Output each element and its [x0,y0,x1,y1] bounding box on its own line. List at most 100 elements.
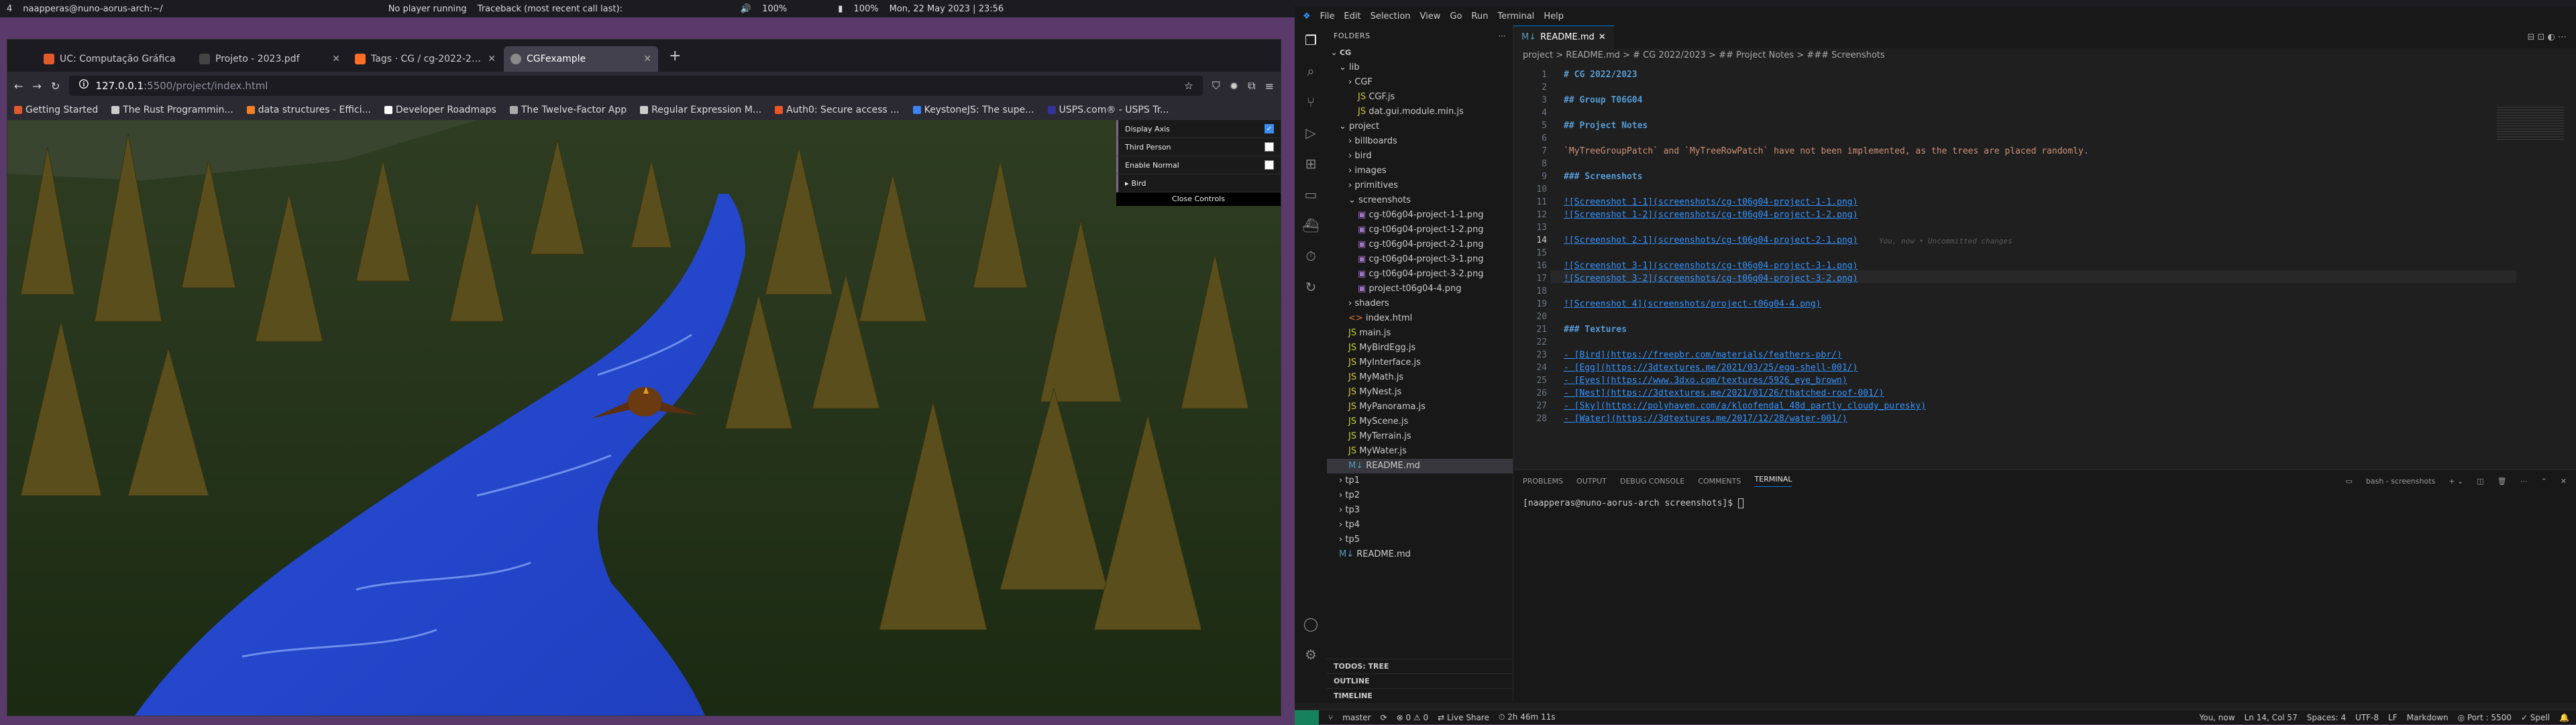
tab-debug-console[interactable]: DEBUG CONSOLE [1620,477,1684,486]
close-tab-icon[interactable]: ✕ [488,54,496,64]
tree-file[interactable]: <> index.html [1327,311,1513,326]
tab-gitlab-tags[interactable]: Tags · CG / cg-2022-2023 ✕ [348,46,502,72]
live-server-port[interactable]: ◎ Port : 5500 [2458,713,2512,722]
menu-selection[interactable]: Selection [1371,11,1411,21]
tree-file[interactable]: ▣ cg-t06g04-project-2-1.png [1327,237,1513,252]
puzzle-icon[interactable]: ⧉ [1248,79,1255,93]
close-tab-icon[interactable]: ✕ [332,54,340,64]
tree-file[interactable]: JS MyPanorama.js [1327,400,1513,414]
workspace-indicator[interactable]: 4 [7,4,12,14]
tree-folder[interactable]: › tp1 [1327,473,1513,488]
tree-folder-cgf[interactable]: › CGF [1327,75,1513,90]
sync-icon[interactable]: ⟳ [1381,713,1387,722]
run-debug-icon[interactable]: ▷ [1305,125,1316,141]
menu-go[interactable]: Go [1450,11,1462,21]
end-of-line[interactable]: LF [2388,713,2398,722]
tab-comments[interactable]: COMMENTS [1698,477,1741,486]
tree-folder[interactable]: › images [1327,164,1513,178]
maximize-panel-icon[interactable]: ⌃ [2541,477,2547,486]
tab-cgfexample[interactable]: CGFexample ✕ [504,46,658,72]
bookmark-item[interactable]: data structures - Effici... [246,105,371,115]
tree-folder[interactable]: › tp4 [1327,518,1513,533]
bookmark-item[interactable]: Regular Expression M... [640,105,761,115]
tree-folder-project[interactable]: ⌄ project [1327,119,1513,134]
extension-icon[interactable]: ✹ [1230,80,1238,93]
third-person-checkbox[interactable] [1265,142,1274,152]
tree-folder[interactable]: › bird [1327,149,1513,164]
explorer-icon[interactable]: ❐ [1305,32,1317,48]
url-bar[interactable]: 🛈 127.0.0.1:5500/project/index.html ☆ [69,76,1203,96]
bookmark-item[interactable]: KeystoneJS: The supe... [912,105,1034,115]
split-terminal-icon[interactable]: ◫ [2477,477,2483,486]
tree-folder-lib[interactable]: ⌄ lib [1327,60,1513,75]
live-share-status[interactable]: ⇄ Live Share [1438,713,1489,722]
trash-icon[interactable]: 🗑 [2498,477,2507,486]
remote-explorer-icon[interactable]: ▭ [1305,186,1318,203]
tree-file[interactable]: JS MyNest.js [1327,385,1513,400]
tab-projeto-pdf[interactable]: Projeto - 2023.pdf ✕ [193,46,347,72]
breadcrumb[interactable]: project > README.md > # CG 2022/2023 > #… [1513,48,2576,63]
root-folder[interactable]: ⌄ CG [1327,46,1513,60]
extensions-icon[interactable]: ⊞ [1305,156,1317,172]
close-controls-button[interactable]: Close Controls [1116,192,1281,206]
third-person-row[interactable]: Third Person [1116,138,1281,156]
tree-file[interactable]: JS MyInterface.js [1327,355,1513,370]
menu-edit[interactable]: Edit [1344,11,1360,21]
todo-tree-section[interactable]: TODOS: TREE [1327,659,1513,673]
bookmark-item[interactable]: The Twelve-Factor App [509,105,627,115]
close-tab-icon[interactable]: ✕ [643,54,651,64]
back-icon[interactable]: ← [14,80,23,93]
timeline-icon[interactable]: ⏱ [1305,248,1316,264]
menu-help[interactable]: Help [1544,11,1564,21]
display-axis-checkbox[interactable]: ✓ [1265,124,1274,133]
webgl-canvas[interactable]: Display Axis ✓ Third Person Enable Normal… [7,120,1281,716]
git-blame-status[interactable]: You, now [2199,713,2235,722]
more-actions-icon[interactable]: ⋯ [1499,32,1507,40]
menu-file[interactable]: File [1320,11,1335,21]
tree-file[interactable]: ▣ cg-t06g04-project-1-2.png [1327,223,1513,237]
page-info-icon[interactable]: 🛈 [78,78,89,95]
live-share-icon[interactable]: ↻ [1305,279,1317,295]
terminal-name[interactable]: bash - screenshots [2366,477,2435,486]
search-icon[interactable]: ⌕ [1307,63,1314,79]
outline-section[interactable]: OUTLINE [1327,673,1513,688]
tree-file[interactable]: ▣ project-t06g04-4.png [1327,282,1513,296]
bookmark-item[interactable]: USPS.com® - USPS Tr... [1047,105,1169,115]
tab-problems[interactable]: PROBLEMS [1523,477,1563,486]
tree-file[interactable]: ▣ cg-t06g04-project-1-1.png [1327,208,1513,223]
timeline-section[interactable]: TIMELINE [1327,688,1513,703]
tree-file[interactable]: JS main.js [1327,326,1513,341]
bookmark-star-icon[interactable]: ☆ [1184,80,1193,92]
tree-file[interactable]: JS MyBirdEgg.js [1327,341,1513,355]
cursor-position[interactable]: Ln 14, Col 57 [2245,713,2298,722]
enable-normal-row[interactable]: Enable Normal [1116,156,1281,174]
source-control-icon[interactable]: ⑂ [1307,94,1315,110]
account-icon[interactable]: ◯ [1303,616,1318,632]
tree-file[interactable]: JS MyWater.js [1327,444,1513,459]
tree-file[interactable]: JS CGF.js [1327,90,1513,105]
encoding[interactable]: UTF-8 [2355,713,2379,722]
minimap[interactable] [2497,107,2564,140]
tree-folder[interactable]: › shaders [1327,296,1513,311]
git-branch[interactable]: master [1342,713,1371,722]
pocket-icon[interactable]: ⛉ [1212,79,1220,93]
close-icon[interactable]: ✕ [1599,32,1606,42]
tree-file[interactable]: ▣ cg-t06g04-project-3-1.png [1327,252,1513,267]
tree-file[interactable]: JS dat.gui.module.min.js [1327,105,1513,119]
tab-uc-cg[interactable]: UC: Computação Gráfica [37,46,191,72]
new-terminal-icon[interactable]: + ⌄ [2449,477,2463,486]
clock[interactable]: Mon, 22 May 2023 | 23:56 [890,4,1004,14]
tree-file[interactable]: M↓ README.md [1327,547,1513,562]
reload-icon[interactable]: ↻ [51,80,60,93]
bookmark-item[interactable]: Auth0: Secure access ... [775,105,900,115]
menu-run[interactable]: Run [1471,11,1488,21]
manage-gear-icon[interactable]: ⚙ [1305,647,1317,663]
menu-terminal[interactable]: Terminal [1497,11,1534,21]
tree-folder[interactable]: › billboards [1327,134,1513,149]
more-actions-icon[interactable]: ⋯ [2520,477,2528,486]
tab-terminal[interactable]: TERMINAL [1754,475,1792,487]
menu-view[interactable]: View [1420,11,1441,21]
tree-folder[interactable]: › tp2 [1327,488,1513,503]
enable-normal-checkbox[interactable] [1265,160,1274,170]
new-tab-button[interactable]: + [659,48,690,64]
